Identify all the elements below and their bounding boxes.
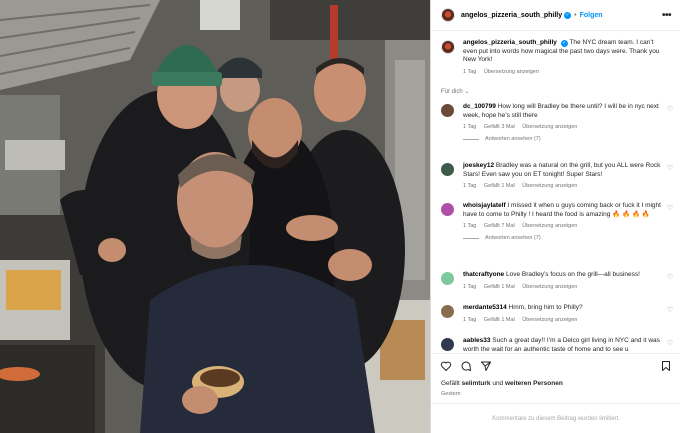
bookmark-icon[interactable] — [660, 360, 672, 372]
avatar[interactable] — [441, 8, 455, 22]
comment-time: 1 Tag — [463, 223, 477, 230]
for-you-dropdown[interactable]: Für dich ⌄ — [441, 88, 469, 95]
comment-likes[interactable]: Gefällt 7 Mal — [484, 223, 515, 229]
comment-username[interactable]: merdante5314 — [463, 304, 507, 311]
caption-meta: 1 Tag Übersetzung anzeigen — [463, 69, 669, 75]
comment-username[interactable]: aables33 — [463, 337, 490, 344]
comment-icon[interactable] — [460, 360, 472, 372]
heart-icon[interactable] — [440, 360, 452, 372]
separator-dot: • — [574, 11, 577, 19]
avatar[interactable] — [441, 203, 454, 216]
post-username[interactable]: angelos_pizzeria_south_philly — [461, 12, 562, 19]
view-replies-button[interactable]: Antworten ansehen (7) — [463, 235, 663, 241]
post-photo-illustration — [0, 0, 430, 433]
verified-icon: ✓ — [564, 11, 572, 19]
heart-icon[interactable]: ♡ — [667, 105, 673, 113]
comment-translate-link[interactable]: Übersetzung anzeigen — [522, 124, 577, 130]
verified-icon: ✓ — [560, 40, 568, 47]
comment-text: Such a great day!! I’m a Delco girl livi… — [463, 337, 660, 353]
comment-username[interactable]: thatcraftyone — [463, 271, 504, 278]
likes-prefix: Gefällt — [441, 380, 460, 387]
divider — [463, 138, 479, 140]
caption-time: 1 Tag — [463, 68, 477, 75]
more-icon[interactable]: ••• — [662, 10, 672, 21]
comment-translate-link[interactable]: Übersetzung anzeigen — [522, 317, 577, 323]
comment-text: Love Bradley’s focus on the grill—all bu… — [506, 271, 640, 278]
comment-username[interactable]: whoisjaylatelf — [463, 202, 506, 209]
heart-icon[interactable]: ♡ — [667, 204, 673, 212]
post-date: Gestern — [441, 391, 461, 397]
comment-username[interactable]: dc_100799 — [463, 103, 496, 110]
share-icon[interactable] — [480, 360, 492, 372]
heart-icon[interactable]: ♡ — [667, 306, 673, 314]
comment-item: whoisjaylatelf I missed it when u guys c… — [441, 202, 673, 241]
comment-likes[interactable]: Gefällt 3 Mal — [484, 124, 515, 130]
comment-time: 1 Tag — [463, 283, 477, 290]
post-photo[interactable] — [0, 0, 430, 433]
avatar[interactable] — [441, 163, 454, 176]
avatar[interactable] — [441, 338, 454, 351]
caption-translate-link[interactable]: Übersetzung anzeigen — [484, 69, 539, 75]
comments-scroll-area[interactable]: angelos_pizzeria_south_philly ✓ The NYC … — [431, 31, 680, 353]
comment-username[interactable]: joeskey12 — [463, 162, 494, 169]
view-replies-button[interactable]: Antworten ansehen (7) — [463, 136, 663, 142]
caption-username[interactable]: angelos_pizzeria_south_philly — [463, 39, 557, 46]
comment-likes[interactable]: Gefällt 1 Mal — [484, 317, 515, 323]
view-replies-label: Antworten ansehen (7) — [485, 136, 541, 143]
post-caption: angelos_pizzeria_south_philly ✓ The NYC … — [441, 39, 673, 75]
post-header: angelos_pizzeria_south_philly ✓ • Folgen… — [431, 0, 680, 31]
heart-icon[interactable]: ♡ — [667, 339, 673, 347]
comment-time: 1 Tag — [463, 124, 477, 131]
comment-item: dc_100799 How long will Bradley be there… — [441, 103, 673, 142]
likes-others-link[interactable]: weiteren Personen — [505, 380, 563, 387]
comment-time: 1 Tag — [463, 183, 477, 190]
action-bar — [431, 353, 680, 377]
comment-item: thatcraftyone Love Bradley’s focus on th… — [441, 271, 673, 290]
avatar[interactable] — [441, 305, 454, 318]
heart-icon[interactable]: ♡ — [667, 164, 673, 172]
avatar[interactable] — [441, 40, 455, 54]
chevron-down-icon: ⌄ — [464, 89, 470, 95]
post-detail-panel: angelos_pizzeria_south_philly ✓ • Folgen… — [430, 0, 680, 433]
likes-summary: Gefällt selimturk und weiteren Personen — [441, 380, 563, 387]
avatar[interactable] — [441, 272, 454, 285]
avatar[interactable] — [441, 104, 454, 117]
comment-translate-link[interactable]: Übersetzung anzeigen — [522, 183, 577, 189]
heart-icon[interactable]: ♡ — [667, 273, 673, 281]
follow-button[interactable]: Folgen — [580, 12, 603, 19]
comment-item: merdante5314 Hmm, bring him to Philly? 1… — [441, 304, 673, 323]
comment-time: 1 Tag — [463, 316, 477, 323]
comment-translate-link[interactable]: Übersetzung anzeigen — [522, 284, 577, 290]
comment-item: aables33 Such a great day!! I’m a Delco … — [441, 337, 673, 353]
divider — [463, 237, 479, 239]
comments-limited-notice: Kommentare zu diesem Beitrag wurden limi… — [431, 403, 680, 433]
likes-middle: und — [492, 380, 504, 387]
likes-user-link[interactable]: selimturk — [462, 380, 491, 387]
for-you-label: Für dich — [441, 89, 463, 95]
comment-translate-link[interactable]: Übersetzung anzeigen — [522, 223, 577, 229]
view-replies-label: Antworten ansehen (7) — [485, 235, 541, 242]
comment-likes[interactable]: Gefällt 1 Mal — [484, 183, 515, 189]
comment-item: joeskey12 Bradley was a natural on the g… — [441, 162, 673, 189]
comment-likes[interactable]: Gefällt 1 Mal — [484, 284, 515, 290]
comment-text: Hmm, bring him to Philly? — [508, 304, 583, 311]
